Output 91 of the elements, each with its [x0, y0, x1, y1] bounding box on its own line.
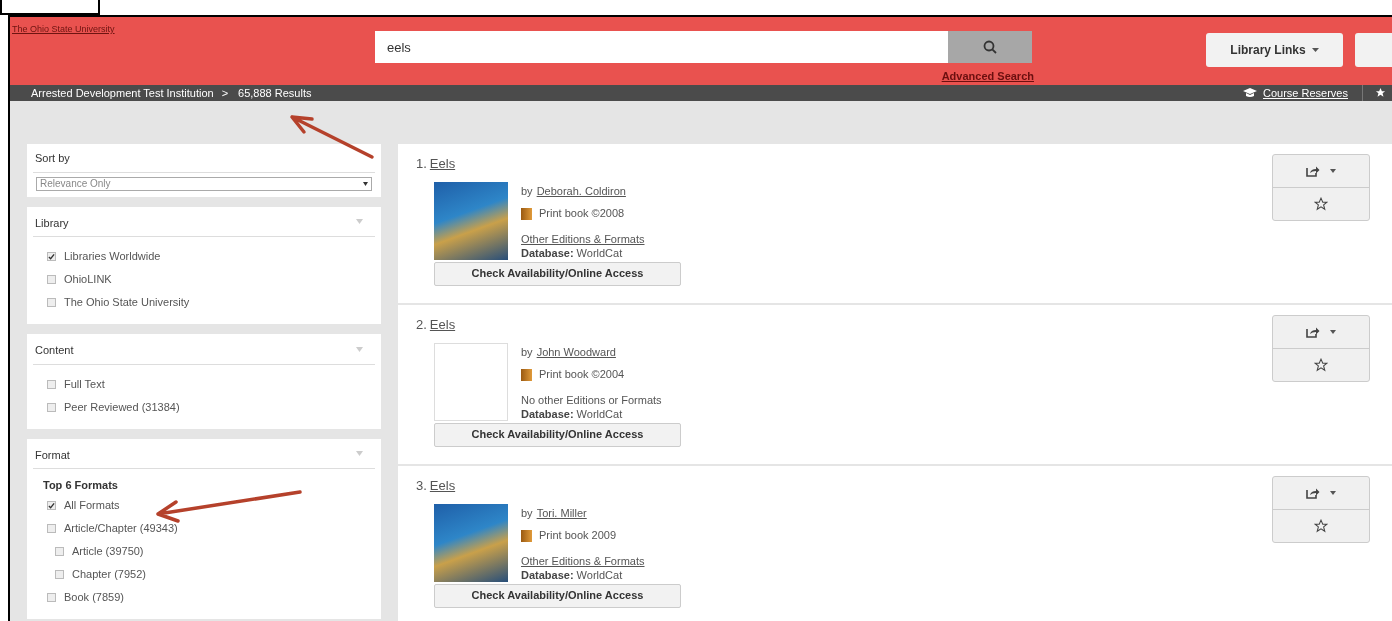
star-outline-icon	[1314, 197, 1328, 211]
collapse-caret-icon[interactable]	[356, 219, 363, 225]
header-button[interactable]	[1355, 33, 1392, 67]
option-label: Article/Chapter (49343)	[64, 520, 178, 536]
check-availability-button[interactable]: Check Availability/Online Access	[434, 261, 681, 286]
option-label: OhioLINK	[64, 272, 112, 288]
facet-subheading: Top 6 Formats	[43, 478, 119, 493]
checkbox-option[interactable]: Article (39750)	[55, 539, 375, 563]
caret-icon	[363, 181, 368, 186]
check-availability-button[interactable]: Check Availability/Online Access	[434, 583, 681, 608]
checkbox-option[interactable]: Article/Chapter (49343)	[47, 516, 375, 540]
checkbox-option[interactable]: Peer Reviewed (31384)	[47, 395, 375, 419]
option-label: Full Text	[64, 376, 105, 392]
share-icon	[1306, 165, 1320, 177]
collapse-caret-icon[interactable]	[356, 451, 363, 457]
panel-title: Sort by	[33, 150, 375, 173]
checkbox[interactable]	[47, 500, 56, 510]
editions-link[interactable]: Other Editions & Formats	[521, 552, 645, 567]
caret-icon	[1311, 48, 1319, 52]
editions-text: No other Editions or Formats	[521, 392, 662, 406]
result-number: 2.	[416, 316, 427, 334]
collapse-caret-icon[interactable]	[356, 346, 363, 352]
caret-icon	[1330, 491, 1336, 495]
search-button[interactable]	[948, 31, 1032, 63]
book-icon	[521, 207, 532, 220]
book-icon	[521, 368, 532, 381]
format-text: Print book ©2004	[539, 367, 625, 383]
by-label: by	[521, 184, 533, 200]
result-title-link[interactable]: Eels	[429, 154, 456, 174]
author-link[interactable]: Deborah. Coldiron	[536, 183, 626, 200]
option-label: Article (39750)	[72, 543, 144, 559]
library-links-button[interactable]: Library Links	[1206, 33, 1343, 67]
sort-dropdown[interactable]: Relevance Only	[36, 176, 372, 191]
panel-title: Format	[35, 447, 70, 463]
caret-icon	[1330, 169, 1336, 173]
share-icon	[1306, 487, 1320, 499]
database-name: WorldCat	[576, 567, 623, 582]
database-label: Database:	[521, 567, 574, 582]
checkbox-option[interactable]: The Ohio State University	[47, 291, 375, 314]
result-number: 1.	[416, 155, 427, 173]
by-label: by	[521, 506, 533, 522]
checkbox[interactable]	[47, 402, 56, 412]
checkbox[interactable]	[55, 569, 64, 579]
breadcrumb-link[interactable]: Arrested Development Test Institution	[31, 84, 214, 101]
search-field[interactable]: eels	[375, 31, 948, 63]
result-title-link[interactable]: Eels	[429, 476, 456, 496]
checkbox[interactable]	[47, 275, 56, 284]
course-reserves-link[interactable]: Course Reserves	[1263, 84, 1348, 101]
caret-icon	[1330, 330, 1336, 334]
option-label: Libraries Worldwide	[64, 249, 161, 265]
star-outline-icon	[1314, 358, 1328, 372]
option-label: Book (7859)	[64, 589, 124, 605]
share-icon	[1306, 326, 1320, 338]
checkbox-option[interactable]: Libraries Worldwide	[47, 245, 375, 268]
check-availability-button[interactable]: Check Availability/Online Access	[434, 422, 681, 447]
by-label: by	[521, 345, 533, 361]
checkbox-option[interactable]: Book (7859)	[47, 585, 375, 609]
book-icon	[521, 529, 532, 542]
star-outline-icon	[1314, 519, 1328, 533]
option-label: Chapter (7952)	[72, 566, 146, 582]
search-icon	[983, 40, 997, 54]
checkbox[interactable]	[55, 546, 64, 556]
checkbox[interactable]	[47, 523, 56, 533]
option-label: Peer Reviewed (31384)	[64, 399, 180, 415]
checkbox-option[interactable]: Full Text	[47, 372, 375, 396]
format-text: Print book 2009	[539, 528, 617, 544]
checkbox[interactable]	[47, 252, 56, 261]
author-link[interactable]: John Woodward	[536, 344, 616, 361]
option-label: The Ohio State University	[64, 295, 190, 311]
database-name: WorldCat	[576, 406, 623, 421]
graduation-cap-icon	[1243, 87, 1257, 98]
panel-title: Library	[35, 215, 69, 231]
author-link[interactable]: Tori. Miller	[536, 505, 587, 522]
checkbox-option[interactable]: All Formats	[47, 493, 375, 517]
database-label: Database:	[521, 406, 574, 421]
checkbox[interactable]	[47, 298, 56, 307]
result-title-link[interactable]: Eels	[429, 315, 456, 335]
result-number: 3.	[416, 477, 427, 495]
editions-link[interactable]: Other Editions & Formats	[521, 230, 645, 245]
panel-title: Content	[35, 343, 74, 358]
database-name: WorldCat	[576, 245, 623, 260]
database-label: Database:	[521, 245, 574, 260]
option-label: All Formats	[64, 497, 120, 513]
checkbox[interactable]	[47, 592, 56, 602]
result-count: 65,888 Results	[238, 85, 312, 101]
checkbox-option[interactable]: OhioLINK	[47, 268, 375, 291]
star-icon[interactable]	[1375, 87, 1386, 99]
checkbox[interactable]	[47, 379, 56, 389]
format-text: Print book ©2008	[539, 206, 625, 222]
breadcrumb-separator: >	[221, 85, 229, 101]
checkbox-option[interactable]: Chapter (7952)	[55, 562, 375, 586]
